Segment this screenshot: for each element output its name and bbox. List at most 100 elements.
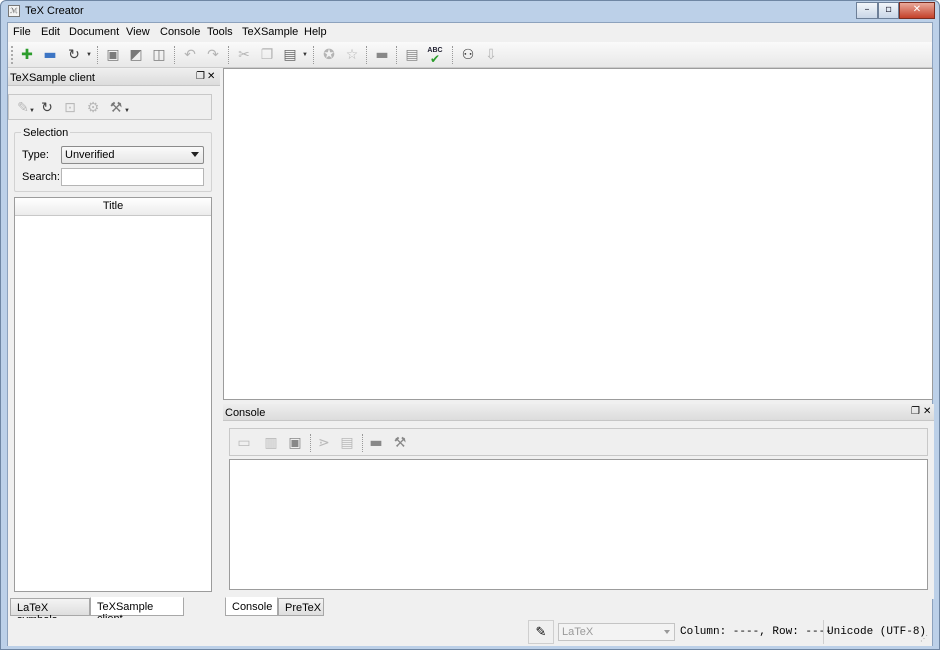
- menu-help[interactable]: Help: [304, 26, 327, 38]
- go-down-icon[interactable]: ⇩: [481, 45, 501, 65]
- close-button[interactable]: ✕: [899, 2, 935, 19]
- bookmark-icon[interactable]: ☆: [342, 45, 362, 65]
- new-document-icon[interactable]: ✚: [17, 45, 37, 65]
- menu-tools[interactable]: Tools: [207, 26, 233, 38]
- menu-file[interactable]: File: [13, 26, 31, 38]
- save-all-icon[interactable]: ◫: [149, 45, 169, 65]
- console-settings-wrench-icon[interactable]: ⚒: [390, 433, 410, 453]
- texsample-client-dock: TeXSample client ❐ ✕ ✎ ▼ ↻ ⊡ ⚙ ⚒ ▼ Selec…: [8, 69, 220, 599]
- toolbar-separator: [228, 46, 229, 64]
- console-dock-title[interactable]: Console ❐ ✕: [223, 404, 934, 421]
- texsample-dock-title[interactable]: TeXSample client ❐ ✕: [8, 69, 220, 86]
- tools-wrench-icon[interactable]: ⚒: [106, 98, 126, 118]
- dock-title-text: TeXSample client: [10, 72, 95, 84]
- main-toolbar: ✚ ▬ ↻ ▼ ▣ ◩ ◫ ↶ ↷ ✂ ❐ ▤ ▼ ✪ ☆ ▬ ▤ ABC ✔: [8, 42, 932, 68]
- toolbar-separator: [362, 434, 363, 452]
- language-select[interactable]: LaTeX: [558, 623, 675, 641]
- window-title: TeX Creator: [25, 5, 84, 17]
- maximize-icon: ▫: [885, 4, 892, 15]
- tab-pretex[interactable]: PreTeX: [278, 598, 324, 616]
- selection-group: Selection Type: Unverified Search:: [14, 127, 212, 192]
- type-label: Type:: [22, 149, 49, 161]
- client-toolbar: ✎ ▼ ↻ ⊡ ⚙ ⚒ ▼: [8, 94, 212, 120]
- toolbar-grip[interactable]: [11, 46, 13, 64]
- tab-latex-symbols[interactable]: LaTeX symbols: [10, 598, 90, 626]
- cut-icon[interactable]: ✂: [234, 45, 254, 65]
- console-dock: Console ❐ ✕ ▭ ▥ ▣ ⋗ ▤ ▬ ⚒: [223, 404, 934, 599]
- print-output-icon[interactable]: ▤: [337, 433, 357, 453]
- insert-template-icon[interactable]: ✪: [319, 45, 339, 65]
- title-column-header[interactable]: Title: [15, 198, 211, 216]
- reload-dropdown-icon[interactable]: ▼: [86, 52, 92, 58]
- status-bar: ✎ LaTeX Column: ----, Row: ---- Unicode …: [8, 618, 932, 646]
- type-select-value: Unverified: [65, 149, 115, 161]
- pdf-viewer-icon[interactable]: ⋗: [314, 433, 334, 453]
- menu-console[interactable]: Console: [160, 26, 200, 38]
- find-binoculars-icon[interactable]: ⚇: [458, 45, 478, 65]
- search-input[interactable]: [61, 168, 204, 186]
- editor-area[interactable]: [223, 68, 933, 400]
- minimize-icon: –: [864, 4, 870, 15]
- spellcheck-icon[interactable]: ABC ✔: [425, 45, 445, 65]
- connect-wand-icon[interactable]: ✎: [528, 620, 554, 644]
- minimize-button[interactable]: –: [856, 2, 878, 19]
- selection-group-title: Selection: [21, 127, 71, 139]
- console-output[interactable]: [229, 459, 928, 590]
- tab-console[interactable]: Console: [225, 597, 278, 616]
- chevron-down-icon: [191, 152, 199, 157]
- print-icon[interactable]: ▬: [40, 45, 60, 65]
- status-separator: [823, 620, 824, 644]
- toolbar-separator: [396, 46, 397, 64]
- close-icon: ✕: [912, 4, 922, 15]
- resize-grip-icon[interactable]: ⋰: [920, 634, 930, 644]
- compile-icon[interactable]: ▭: [234, 433, 254, 453]
- paste-dropdown-icon[interactable]: ▼: [302, 52, 308, 58]
- document-info-icon[interactable]: ▤: [402, 45, 422, 65]
- search-label: Search:: [22, 171, 60, 183]
- sample-list[interactable]: Title: [14, 197, 212, 592]
- language-value: LaTeX: [562, 626, 594, 638]
- checkmark-icon: ✔: [429, 52, 441, 66]
- clear-console-icon[interactable]: ▬: [366, 433, 386, 453]
- save-as-icon[interactable]: ◩: [126, 45, 146, 65]
- toolbar-separator: [313, 46, 314, 64]
- paste-icon[interactable]: ▤: [280, 45, 300, 65]
- main-client-area: File Edit Document View Console Tools Te…: [7, 22, 934, 646]
- tab-texsample-client[interactable]: TeXSample client: [90, 597, 184, 625]
- app-icon: ℳ: [8, 5, 20, 17]
- menu-edit[interactable]: Edit: [41, 26, 60, 38]
- console-toolbar: ▭ ▥ ▣ ⋗ ▤ ▬ ⚒: [229, 428, 928, 456]
- type-select[interactable]: Unverified: [61, 146, 204, 164]
- encoding-indicator[interactable]: Unicode (UTF-8): [827, 626, 926, 638]
- reload-icon[interactable]: ↻: [64, 45, 84, 65]
- menu-view[interactable]: View: [126, 26, 150, 38]
- output-window-icon[interactable]: ▣: [285, 433, 305, 453]
- chevron-down-icon: [664, 630, 670, 634]
- refresh-icon[interactable]: ↻: [37, 98, 57, 118]
- float-icon[interactable]: ❐: [196, 71, 205, 82]
- redo-icon[interactable]: ↷: [203, 45, 223, 65]
- menu-texsample[interactable]: TeXSample: [242, 26, 298, 38]
- toolbar-separator: [97, 46, 98, 64]
- undo-icon[interactable]: ↶: [180, 45, 200, 65]
- menu-document[interactable]: Document: [69, 26, 119, 38]
- horizontal-rule-icon[interactable]: ▬: [372, 45, 392, 65]
- float-icon[interactable]: ❐: [911, 406, 920, 417]
- save-icon[interactable]: ▣: [103, 45, 123, 65]
- cursor-position: Column: ----, Row: ----: [680, 626, 832, 638]
- settings-icon[interactable]: ⚙: [83, 98, 103, 118]
- toolbar-separator: [174, 46, 175, 64]
- close-dock-icon[interactable]: ✕: [923, 406, 931, 417]
- title-bar[interactable]: ℳ TeX Creator – ▫ ✕: [1, 1, 939, 22]
- copy-icon[interactable]: ❐: [257, 45, 277, 65]
- document-icon[interactable]: ⊡: [60, 98, 80, 118]
- connect-dropdown-icon[interactable]: ▼: [29, 108, 35, 114]
- close-dock-icon[interactable]: ✕: [207, 71, 215, 82]
- menu-bar: File Edit Document View Console Tools Te…: [8, 23, 932, 42]
- toolbar-separator: [310, 434, 311, 452]
- tools-dropdown-icon[interactable]: ▼: [124, 108, 130, 114]
- maximize-button[interactable]: ▫: [878, 2, 899, 19]
- left-dock-tabs: LaTeX symbols TeXSample client: [8, 597, 220, 626]
- bottom-dock-tabs: Console PreTeX: [223, 597, 523, 618]
- compile-run-icon[interactable]: ▥: [261, 433, 281, 453]
